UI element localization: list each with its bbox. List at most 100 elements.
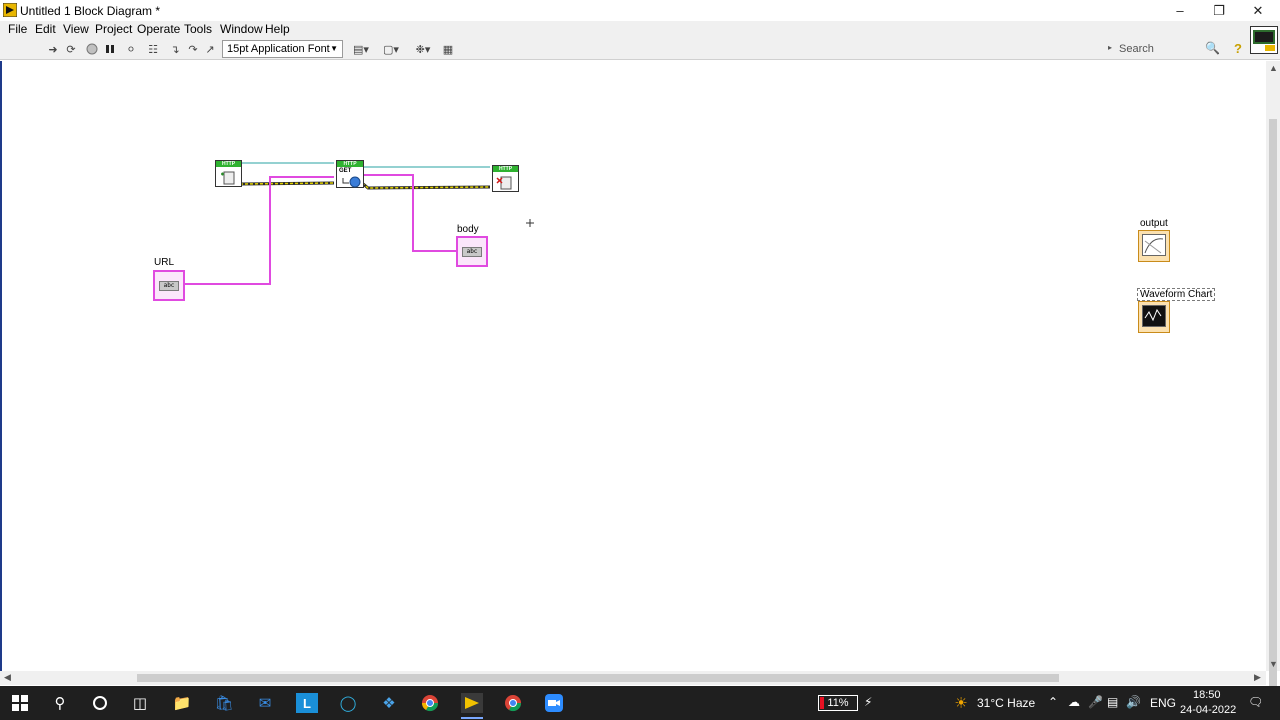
graph-icon	[1142, 234, 1166, 256]
highlight-execution-icon[interactable]: ⚪	[123, 41, 139, 57]
menu-edit[interactable]: Edit	[35, 22, 56, 36]
horizontal-scroll-thumb[interactable]	[137, 674, 1059, 682]
close-button[interactable]: ✕	[1238, 0, 1278, 21]
scroll-left-icon[interactable]: ◀	[4, 672, 11, 683]
waveform-chart-icon	[1142, 305, 1166, 327]
notification-icon[interactable]: 🗨	[1248, 695, 1263, 709]
string-glyph: abc	[462, 247, 482, 257]
cleanup-diagram-icon[interactable]: ▦	[440, 41, 456, 57]
task-view-icon[interactable]: ◫	[129, 693, 151, 713]
volume-icon[interactable]: 🔊	[1126, 695, 1141, 709]
battery-indicator[interactable]: 11%	[818, 695, 858, 711]
plug-icon: ⚡	[864, 695, 873, 709]
vertical-scroll-thumb[interactable]	[1269, 119, 1277, 709]
reorder-icon[interactable]: ❉▾	[412, 41, 434, 57]
menu-help[interactable]: Help	[265, 22, 290, 36]
http-open-handle-node[interactable]: HTTP	[215, 160, 242, 187]
scroll-right-icon[interactable]: ▶	[1254, 672, 1261, 683]
edge-icon[interactable]: ◯	[337, 693, 359, 713]
vscode-icon[interactable]: ❖	[378, 693, 400, 713]
battery-level-fill	[820, 697, 824, 709]
search-placeholder: Search	[1119, 43, 1154, 55]
language-indicator[interactable]: ENG	[1150, 696, 1176, 710]
weather-sun-icon: ☀	[954, 695, 968, 712]
chrome-profile-icon[interactable]	[502, 693, 524, 713]
body-label: body	[457, 224, 479, 235]
menu-window[interactable]: Window	[220, 22, 263, 36]
windows-taskbar: ⚲ ◫ 📁 🛍 ✉ L ◯ ❖ 11% ⚡ ☀ 31°C Haze ⌃ ☁ 🎤 …	[0, 686, 1280, 720]
block-diagram-canvas[interactable]: HTTP HTTP GET HTTP URL abc body abc outp…	[0, 61, 1266, 671]
output-indicator[interactable]	[1138, 230, 1170, 262]
step-into-icon[interactable]: ↴	[167, 41, 183, 57]
wires-layer	[182, 162, 534, 285]
chevron-up-icon[interactable]: ⌃	[1048, 695, 1058, 709]
vertical-scrollbar[interactable]: ▲ ▼	[1266, 61, 1280, 709]
align-objects-icon[interactable]: ▤▾	[350, 41, 372, 57]
font-select[interactable]: 15pt Application Font ▼	[222, 40, 343, 58]
get-globe-icon	[342, 176, 361, 188]
menu-tools[interactable]: Tools	[184, 22, 212, 36]
scroll-down-icon[interactable]: ▼	[1269, 659, 1278, 669]
menu-project[interactable]: Project	[95, 22, 132, 36]
menu-operate[interactable]: Operate	[137, 22, 180, 36]
vi-icon[interactable]	[1250, 26, 1278, 54]
labview-l-icon[interactable]: L	[296, 693, 318, 713]
distribute-objects-icon[interactable]: ▢▾	[380, 41, 402, 57]
url-string-wire	[182, 176, 334, 285]
store-icon[interactable]: 🛍	[213, 693, 235, 713]
menu-bar: File Edit View Project Operate Tools Win…	[0, 21, 1280, 39]
window-title: Untitled 1 Block Diagram *	[20, 4, 161, 18]
search-icon[interactable]: ⚲	[49, 693, 71, 713]
error-wire	[361, 182, 491, 189]
toolbar: ➜ ⟳ ⚪ ☷ ↴ ↷ ↗ 15pt Application Font ▼ ▤▾…	[0, 39, 1280, 60]
close-handle-icon	[496, 176, 512, 190]
run-continuously-icon[interactable]: ⟳	[63, 41, 79, 57]
abort-icon[interactable]	[84, 41, 100, 57]
title-bar: Untitled 1 Block Diagram * – ❐ ✕	[0, 0, 1280, 21]
open-handle-icon	[221, 171, 235, 185]
restore-button[interactable]: ❐	[1199, 0, 1239, 21]
step-out-icon[interactable]: ↗	[202, 41, 218, 57]
http-tag: HTTP	[493, 166, 518, 172]
network-icon[interactable]: ▤	[1107, 695, 1118, 709]
file-explorer-icon[interactable]: 📁	[171, 693, 193, 713]
horizontal-scrollbar[interactable]: ◀ ▶	[0, 671, 1266, 685]
battery-percent: 11%	[827, 697, 849, 709]
http-get-node[interactable]: HTTP GET	[336, 160, 364, 188]
body-string-indicator[interactable]: abc	[456, 236, 488, 267]
pause-icon[interactable]	[102, 41, 118, 57]
url-string-control[interactable]: abc	[153, 270, 185, 301]
cortana-icon[interactable]	[89, 693, 111, 713]
search-expand-icon: ▸	[1108, 43, 1113, 52]
waveform-chart-indicator[interactable]	[1138, 301, 1170, 333]
string-glyph: abc	[159, 281, 179, 291]
menu-view[interactable]: View	[63, 22, 89, 36]
chevron-down-icon: ▼	[330, 44, 338, 53]
step-over-icon[interactable]: ↷	[185, 41, 201, 57]
retain-wire-values-icon[interactable]: ☷	[145, 41, 161, 57]
waveform-chart-label: Waveform Chart	[1137, 288, 1216, 301]
help-icon[interactable]: ?	[1230, 41, 1246, 57]
weather-text[interactable]: 31°C Haze	[977, 696, 1035, 710]
font-select-value: 15pt Application Font	[227, 43, 330, 55]
microphone-icon[interactable]: 🎤	[1088, 695, 1103, 709]
search-icon[interactable]: 🔍	[1205, 41, 1220, 55]
http-tag: HTTP	[216, 161, 241, 167]
chrome-icon[interactable]	[419, 693, 441, 713]
zoom-icon[interactable]	[543, 693, 565, 713]
search-box[interactable]: ▸ Search 🔍	[1106, 41, 1222, 58]
clock-time[interactable]: 18:50	[1193, 689, 1221, 701]
mail-icon[interactable]: ✉	[254, 693, 276, 713]
http-close-handle-node[interactable]: HTTP	[492, 165, 519, 192]
minimize-button[interactable]: –	[1160, 0, 1200, 21]
menu-file[interactable]: File	[8, 22, 27, 36]
windows-start-icon[interactable]	[9, 693, 31, 713]
run-arrow-icon[interactable]: ➜	[45, 41, 61, 57]
active-app-indicator	[461, 717, 483, 719]
clock-date[interactable]: 24-04-2022	[1180, 704, 1236, 716]
labview-icon[interactable]	[461, 693, 483, 713]
onedrive-icon[interactable]: ☁	[1068, 695, 1080, 709]
scroll-up-icon[interactable]: ▲	[1269, 63, 1278, 73]
labview-app-icon	[3, 3, 17, 17]
output-label: output	[1140, 218, 1168, 229]
